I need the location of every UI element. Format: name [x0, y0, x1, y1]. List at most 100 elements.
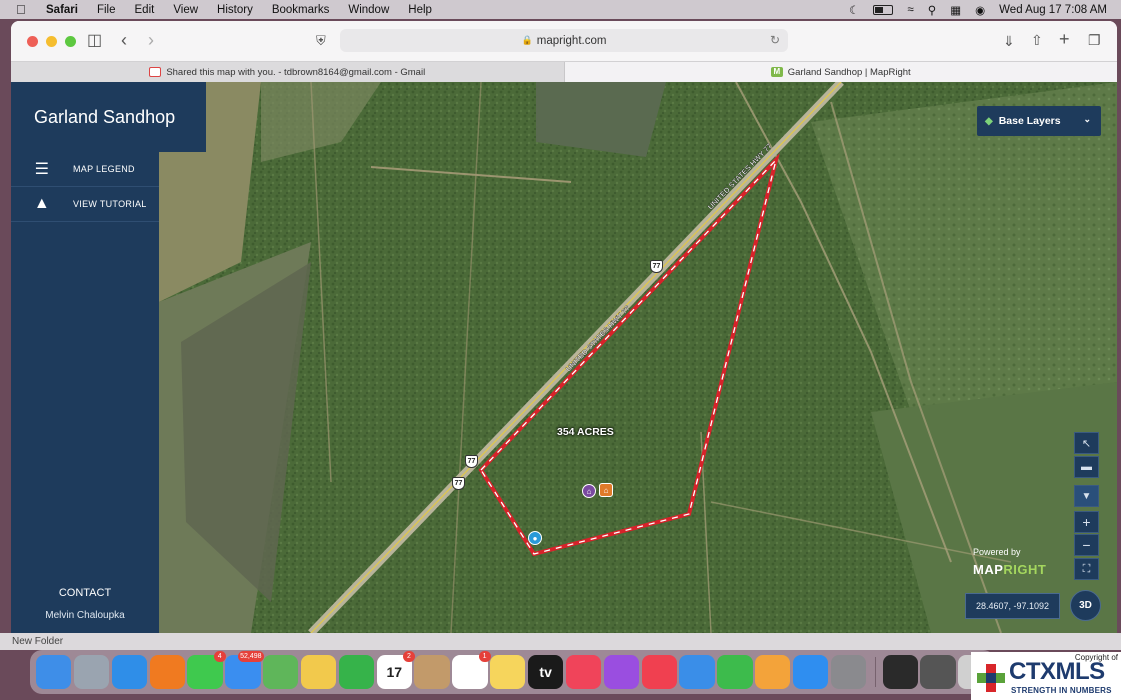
dock-terminal-icon[interactable] — [882, 655, 918, 689]
dock-separator — [874, 657, 876, 687]
dock-finder-icon[interactable] — [36, 655, 72, 689]
dock-numbers-icon[interactable] — [717, 655, 753, 689]
dock-system-preferences-icon[interactable] — [830, 655, 867, 689]
gmail-icon — [149, 67, 162, 77]
contact-heading[interactable]: CONTACT — [11, 587, 159, 599]
agent-name[interactable]: Melvin Chaloupka — [11, 610, 159, 621]
address-bar[interactable]: 🔒 mapright.com ↻ — [340, 29, 788, 52]
route-shield: 77 — [465, 455, 478, 468]
map-title: Garland Sandhop — [11, 82, 206, 152]
tab-gmail[interactable]: Shared this map with you. - tdbrown8164@… — [11, 62, 565, 82]
route-shield: 77 — [650, 260, 663, 273]
control-center-icon[interactable]: ▦ — [950, 3, 961, 17]
dock-app-store-icon[interactable] — [792, 655, 829, 689]
dock-maps-icon[interactable] — [263, 655, 299, 689]
dock-podcasts-icon[interactable] — [603, 655, 639, 689]
background-window-strip: New Folder — [0, 633, 1121, 650]
new-tab-icon[interactable]: + — [1059, 30, 1070, 48]
dock-preview-icon[interactable] — [920, 655, 956, 689]
layers-icon: ◆ — [985, 115, 993, 127]
base-layers-label: Base Layers — [998, 115, 1061, 127]
view-tutorial-button[interactable]: ▲ VIEW TUTORIAL — [11, 187, 159, 222]
graduation-cap-icon: ▲ — [33, 195, 51, 212]
house-marker-icon[interactable]: ⌂ — [599, 483, 613, 497]
ctx-mls-watermark: Copyright of CTXMLS STRENGTH IN NUMBERS — [971, 652, 1121, 700]
chevron-down-icon: ⌄ — [1083, 114, 1091, 124]
menu-file[interactable]: File — [97, 4, 116, 16]
dock-apple-tv-icon[interactable]: tv — [527, 655, 564, 689]
select-tool-button[interactable]: ↖ — [1074, 432, 1099, 454]
browser-toolbar: ◫ ‹ › ⛨ 🔒 mapright.com ↻ ⇓ ⇧ + ❐ — [11, 21, 1117, 61]
share-icon[interactable]: ⇧ — [1031, 32, 1043, 48]
dock-facetime-icon[interactable] — [338, 655, 375, 689]
zoom-in-button[interactable]: + — [1074, 511, 1099, 533]
siri-icon[interactable]: ◉ — [975, 3, 985, 17]
zoom-window-button[interactable] — [65, 35, 76, 47]
dock-icon-text: tv — [539, 664, 552, 680]
mapright-logo-part: RIGHT — [1003, 562, 1047, 577]
menu-help[interactable]: Help — [408, 4, 432, 16]
dock-contacts-icon[interactable] — [414, 655, 450, 689]
sidebar-toggle-icon[interactable]: ◫ — [87, 33, 102, 49]
mapright-logo[interactable]: MAPRIGHT — [973, 562, 1046, 577]
menu-edit[interactable]: Edit — [135, 4, 155, 16]
menu-app-name[interactable]: Safari — [46, 4, 78, 16]
window-controls — [27, 35, 76, 47]
tools-expand-button[interactable]: ▼ — [1074, 485, 1099, 507]
menu-window[interactable]: Window — [348, 4, 389, 16]
well-marker-icon[interactable]: ● — [528, 531, 542, 545]
dock-messages-icon[interactable]: 4 — [187, 651, 226, 689]
menu-view[interactable]: View — [173, 4, 198, 16]
apple-menu-icon[interactable]:  — [16, 2, 32, 17]
tab-bar: Shared this map with you. - tdbrown8164@… — [11, 61, 1117, 82]
dock-pages-icon[interactable] — [755, 655, 791, 689]
powered-by-label: Powered by — [973, 547, 1021, 557]
url-text: mapright.com — [536, 34, 607, 47]
dock-mail-icon[interactable]: 52,498 — [225, 651, 264, 689]
forward-icon[interactable]: › — [148, 31, 154, 49]
menu-clock[interactable]: Wed Aug 17 7:08 AM — [999, 4, 1107, 16]
dock-photos-icon[interactable] — [300, 655, 337, 689]
layers-icon: ☰ — [34, 161, 50, 178]
search-icon[interactable]: ⚲ — [928, 3, 936, 17]
map-legend-button[interactable]: ☰ MAP LEGEND — [11, 152, 159, 187]
3d-toggle-button[interactable]: 3D — [1070, 590, 1101, 621]
dock-launchpad-icon[interactable] — [73, 655, 110, 689]
dock-news-icon[interactable] — [641, 655, 677, 689]
fullscreen-button[interactable]: ⛶ — [1074, 558, 1099, 580]
dock-badge: 4 — [213, 651, 226, 662]
privacy-shield-icon[interactable]: ⛨ — [316, 33, 326, 49]
dock-calendar-icon[interactable]: 17 2 — [376, 651, 415, 689]
zoom-out-button[interactable]: − — [1074, 534, 1099, 556]
dock-keynote-icon[interactable] — [679, 655, 715, 689]
triangle-down-icon: ▼ — [1081, 490, 1092, 502]
dock-music-icon[interactable] — [565, 655, 602, 689]
moon-icon[interactable]: ☾ — [849, 3, 859, 17]
map-view[interactable]: UNITED STATES HWY 77 UNITED STATES HWY 7… — [11, 82, 1117, 633]
dock-firefox-icon[interactable] — [149, 655, 185, 689]
menu-history[interactable]: History — [217, 4, 253, 16]
dock-badge: 1 — [478, 651, 491, 662]
dock-safari-icon[interactable] — [111, 655, 148, 689]
measure-tool-button[interactable]: ▬ — [1074, 456, 1099, 478]
tab-overview-icon[interactable]: ❐ — [1088, 32, 1101, 48]
fullscreen-icon: ⛶ — [1082, 562, 1091, 575]
battery-icon[interactable] — [873, 4, 894, 15]
dock-reminders-icon[interactable]: 1 — [452, 651, 491, 689]
menu-bar:  Safari File Edit View History Bookmark… — [0, 0, 1121, 19]
tab-mapright[interactable]: M Garland Sandhop | MapRight — [564, 62, 1117, 82]
back-icon[interactable]: ‹ — [121, 31, 127, 49]
close-window-button[interactable] — [27, 35, 38, 47]
minimize-window-button[interactable] — [46, 35, 57, 47]
dock-notes-icon[interactable] — [490, 655, 526, 689]
wifi-icon[interactable]: ≈ — [907, 4, 913, 16]
ctx-cross-logo-icon — [977, 664, 1005, 692]
reload-icon[interactable]: ↻ — [770, 33, 780, 47]
base-layers-dropdown[interactable]: ◆ Base Layers ⌄ — [977, 106, 1101, 136]
minus-icon: − — [1082, 537, 1091, 553]
downloads-icon[interactable]: ⇓ — [1003, 33, 1015, 49]
new-folder-label[interactable]: New Folder — [12, 636, 63, 647]
menu-bookmarks[interactable]: Bookmarks — [272, 4, 330, 16]
acreage-label: 354 ACRES — [557, 426, 614, 438]
home-marker-icon[interactable]: ⌂ — [582, 484, 596, 498]
